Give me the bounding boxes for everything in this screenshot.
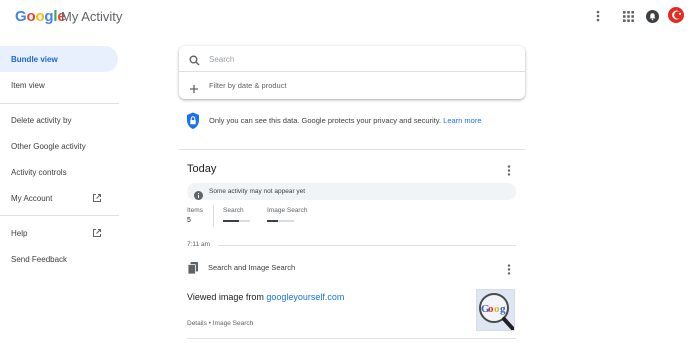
product-bar-image-search: [267, 220, 294, 222]
account-avatar[interactable]: [668, 7, 684, 23]
product-bar-search: [223, 220, 250, 222]
google-logo[interactable]: Google: [15, 8, 66, 25]
timestamp: 7:11 am: [187, 241, 211, 248]
more-vert-icon[interactable]: [507, 163, 517, 176]
privacy-notice: Only you can see this data. Google prote…: [186, 112, 526, 130]
items-count: 5: [187, 217, 191, 224]
search-input[interactable]: [209, 52, 509, 66]
sidebar-item-label: Item view: [11, 80, 45, 90]
filter-row[interactable]: Filter by date & product: [179, 73, 525, 99]
product-label-image-search: Image Search: [267, 207, 308, 214]
more-vert-icon[interactable]: [507, 262, 517, 275]
stat-divider: [213, 205, 214, 227]
svg-text:g: g: [500, 303, 506, 315]
activity-group-title[interactable]: Search and Image Search: [208, 263, 295, 272]
privacy-message: Only you can see this data. Google prote…: [209, 116, 442, 125]
sidebar-item-label: Bundle view: [11, 54, 58, 64]
activity-text: Viewed image from: [187, 292, 264, 302]
logo-letter: G: [15, 8, 27, 25]
more-vert-icon[interactable]: [591, 9, 605, 23]
content-copy-icon: [187, 261, 198, 279]
notifications-icon[interactable]: [645, 9, 659, 23]
sidebar-item-label: Delete activity by: [11, 115, 72, 125]
item-divider: [187, 338, 516, 339]
activity-link[interactable]: googleyourself.com: [266, 292, 344, 302]
top-bar: Google My Activity: [0, 0, 700, 34]
sidebar-item-delete-activity[interactable]: Delete activity by: [0, 107, 118, 133]
sidebar-item-activity-controls[interactable]: Activity controls: [0, 159, 118, 185]
product-title: My Activity: [61, 9, 123, 24]
learn-more-link[interactable]: Learn more: [443, 116, 481, 125]
activity-notice: Some activity may not appear yet: [187, 183, 516, 200]
sidebar-item-help[interactable]: Help: [0, 220, 118, 246]
time-divider: [218, 245, 516, 246]
sidebar-divider: [0, 103, 119, 104]
bar-fill: [267, 220, 278, 222]
sidebar-item-other-google-activity[interactable]: Other Google activity: [0, 133, 118, 159]
sidebar-item-label: Activity controls: [11, 167, 67, 177]
apps-icon[interactable]: [621, 9, 635, 23]
info-icon: [194, 187, 203, 205]
open-in-new-icon: [92, 193, 102, 203]
section-divider: [179, 149, 525, 150]
search-row: [179, 46, 525, 72]
sidebar-divider: [0, 215, 119, 216]
items-label: Items: [187, 207, 203, 214]
sidebar-item-item-view[interactable]: Item view: [0, 72, 118, 98]
filter-label: Filter by date & product: [209, 81, 287, 90]
activity-details[interactable]: Details • Image Search: [187, 320, 253, 327]
shield-lock-icon: [186, 112, 200, 135]
privacy-text: Only you can see this data. Google prote…: [209, 116, 482, 125]
bar-fill: [223, 220, 240, 222]
open-in-new-icon: [92, 228, 102, 238]
sidebar-item-my-account[interactable]: My Account: [0, 185, 118, 211]
sidebar-item-label: My Account: [11, 193, 53, 203]
sidebar-item-bundle-view[interactable]: Bundle view: [0, 46, 118, 72]
section-title: Today: [187, 163, 217, 175]
search-card: Filter by date & product: [179, 46, 525, 99]
activity-thumbnail[interactable]: G o o g: [476, 289, 515, 331]
sidebar-item-send-feedback[interactable]: Send Feedback: [0, 246, 118, 272]
sidebar-item-label: Send Feedback: [11, 254, 68, 264]
product-label-search: Search: [223, 207, 244, 214]
activity-item: Viewed image from googleyourself.com: [187, 292, 344, 302]
sidebar-item-label: Help: [11, 228, 28, 238]
search-icon[interactable]: [189, 53, 200, 71]
sidebar-item-label: Other Google activity: [11, 141, 86, 151]
add-icon: [189, 81, 199, 99]
notice-text: Some activity may not appear yet: [209, 188, 306, 195]
